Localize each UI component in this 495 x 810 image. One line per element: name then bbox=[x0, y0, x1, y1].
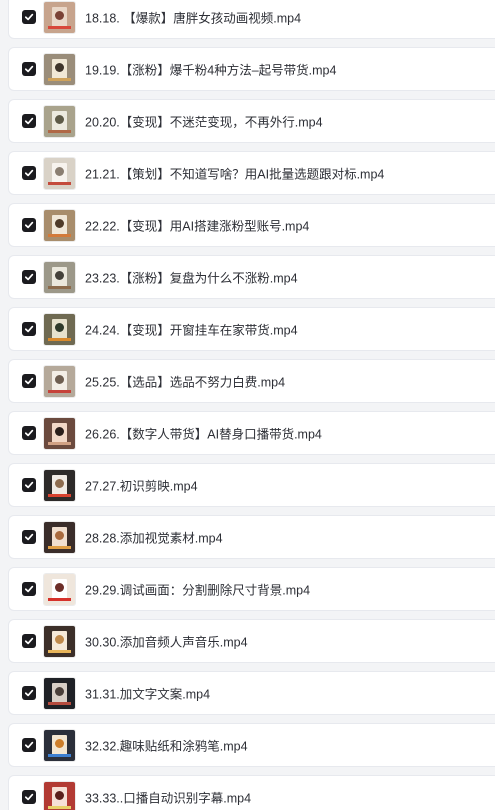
checkbox-checked[interactable] bbox=[22, 634, 36, 648]
file-row[interactable]: 29.29.调试画面：分割删除尺寸背景.mp4 bbox=[8, 567, 495, 611]
checkbox-checked[interactable] bbox=[22, 790, 36, 804]
checkbox-checked[interactable] bbox=[22, 114, 36, 128]
checkbox-checked[interactable] bbox=[22, 166, 36, 180]
check-icon bbox=[24, 377, 34, 385]
file-row[interactable]: 31.31.加文字文案.mp4 bbox=[8, 671, 495, 715]
video-thumbnail bbox=[44, 105, 75, 137]
video-thumbnail bbox=[44, 53, 75, 85]
file-row[interactable]: 24.24.【变现】开窗挂车在家带货.mp4 bbox=[8, 307, 495, 351]
video-thumbnail bbox=[44, 469, 75, 501]
video-thumbnail bbox=[44, 417, 75, 449]
checkbox-checked[interactable] bbox=[22, 582, 36, 596]
file-name: 18.18. 【爆款】唐胖女孩动画视频.mp4 bbox=[85, 11, 302, 26]
check-icon bbox=[24, 325, 34, 333]
checkbox-checked[interactable] bbox=[22, 426, 36, 440]
file-name: 32.32.趣味贴纸和涂鸦笔.mp4 bbox=[85, 739, 248, 754]
check-icon bbox=[24, 481, 34, 489]
file-row[interactable]: 19.19.【涨粉】爆千粉4种方法–起号带货.mp4 bbox=[8, 47, 495, 91]
video-thumbnail bbox=[44, 573, 75, 605]
checkbox-checked[interactable] bbox=[22, 738, 36, 752]
file-name: 31.31.加文字文案.mp4 bbox=[85, 687, 211, 702]
file-row[interactable]: 23.23.【涨粉】复盘为什么不涨粉.mp4 bbox=[8, 255, 495, 299]
checkbox-checked[interactable] bbox=[22, 322, 36, 336]
check-icon bbox=[24, 117, 34, 125]
video-thumbnail bbox=[44, 729, 75, 761]
file-name: 27.27.初识剪映.mp4 bbox=[85, 479, 198, 494]
video-thumbnail bbox=[44, 521, 75, 553]
checkbox-checked[interactable] bbox=[22, 270, 36, 284]
video-thumbnail bbox=[44, 365, 75, 397]
file-row[interactable]: 28.28.添加视觉素材.mp4 bbox=[8, 515, 495, 559]
check-icon bbox=[24, 689, 34, 697]
check-icon bbox=[24, 533, 34, 541]
check-icon bbox=[24, 221, 34, 229]
checkbox-checked[interactable] bbox=[22, 478, 36, 492]
file-row[interactable]: 30.30.添加音频人声音乐.mp4 bbox=[8, 619, 495, 663]
file-name: 29.29.调试画面：分割删除尺寸背景.mp4 bbox=[85, 583, 311, 598]
video-thumbnail bbox=[44, 1, 75, 33]
checkbox-checked[interactable] bbox=[22, 374, 36, 388]
file-row[interactable]: 22.22.【变现】用AI搭建涨粉型账号.mp4 bbox=[8, 203, 495, 247]
check-icon bbox=[24, 273, 34, 281]
video-thumbnail bbox=[44, 677, 75, 709]
file-name: 21.21.【策划】不知道写啥？用AI批量选题跟对标.mp4 bbox=[85, 167, 385, 182]
checkbox-checked[interactable] bbox=[22, 530, 36, 544]
video-thumbnail bbox=[44, 261, 75, 293]
file-name: 30.30.添加音频人声音乐.mp4 bbox=[85, 635, 248, 650]
checkbox-checked[interactable] bbox=[22, 218, 36, 232]
check-icon bbox=[24, 429, 34, 437]
check-icon bbox=[24, 13, 34, 21]
file-name: 26.26.【数字人带货】AI替身口播带货.mp4 bbox=[85, 427, 322, 442]
check-icon bbox=[24, 585, 34, 593]
check-icon bbox=[24, 169, 34, 177]
file-row[interactable]: 33.33..口播自动识别字幕.mp4 bbox=[8, 775, 495, 810]
file-name: 25.25.【选品】选品不努力白费.mp4 bbox=[85, 375, 286, 390]
video-thumbnail bbox=[44, 625, 75, 657]
file-row[interactable]: 27.27.初识剪映.mp4 bbox=[8, 463, 495, 507]
video-thumbnail bbox=[44, 781, 75, 810]
check-icon bbox=[24, 637, 34, 645]
file-row[interactable]: 21.21.【策划】不知道写啥？用AI批量选题跟对标.mp4 bbox=[8, 151, 495, 195]
file-row[interactable]: 20.20.【变现】不迷茫变现，不再外行.mp4 bbox=[8, 99, 495, 143]
file-name: 20.20.【变现】不迷茫变现，不再外行.mp4 bbox=[85, 115, 323, 130]
file-name: 19.19.【涨粉】爆千粉4种方法–起号带货.mp4 bbox=[85, 63, 337, 78]
checkbox-checked[interactable] bbox=[22, 62, 36, 76]
check-icon bbox=[24, 741, 34, 749]
file-name: 28.28.添加视觉素材.mp4 bbox=[85, 531, 223, 546]
file-name: 22.22.【变现】用AI搭建涨粉型账号.mp4 bbox=[85, 219, 310, 234]
file-row[interactable]: 26.26.【数字人带货】AI替身口播带货.mp4 bbox=[8, 411, 495, 455]
file-row[interactable]: 25.25.【选品】选品不努力白费.mp4 bbox=[8, 359, 495, 403]
video-thumbnail bbox=[44, 209, 75, 241]
file-row[interactable]: 18.18. 【爆款】唐胖女孩动画视频.mp4 bbox=[8, 0, 495, 39]
file-name: 33.33..口播自动识别字幕.mp4 bbox=[85, 791, 252, 806]
file-row[interactable]: 32.32.趣味贴纸和涂鸦笔.mp4 bbox=[8, 723, 495, 767]
checkbox-checked[interactable] bbox=[22, 10, 36, 24]
file-list: 18.18. 【爆款】唐胖女孩动画视频.mp4 19.19.【涨粉】爆千粉4种方法… bbox=[0, 0, 495, 810]
file-name: 24.24.【变现】开窗挂车在家带货.mp4 bbox=[85, 323, 298, 338]
file-name: 23.23.【涨粉】复盘为什么不涨粉.mp4 bbox=[85, 271, 298, 286]
checkbox-checked[interactable] bbox=[22, 686, 36, 700]
video-thumbnail bbox=[44, 313, 75, 345]
video-thumbnail bbox=[44, 157, 75, 189]
check-icon bbox=[24, 65, 34, 73]
check-icon bbox=[24, 793, 34, 801]
